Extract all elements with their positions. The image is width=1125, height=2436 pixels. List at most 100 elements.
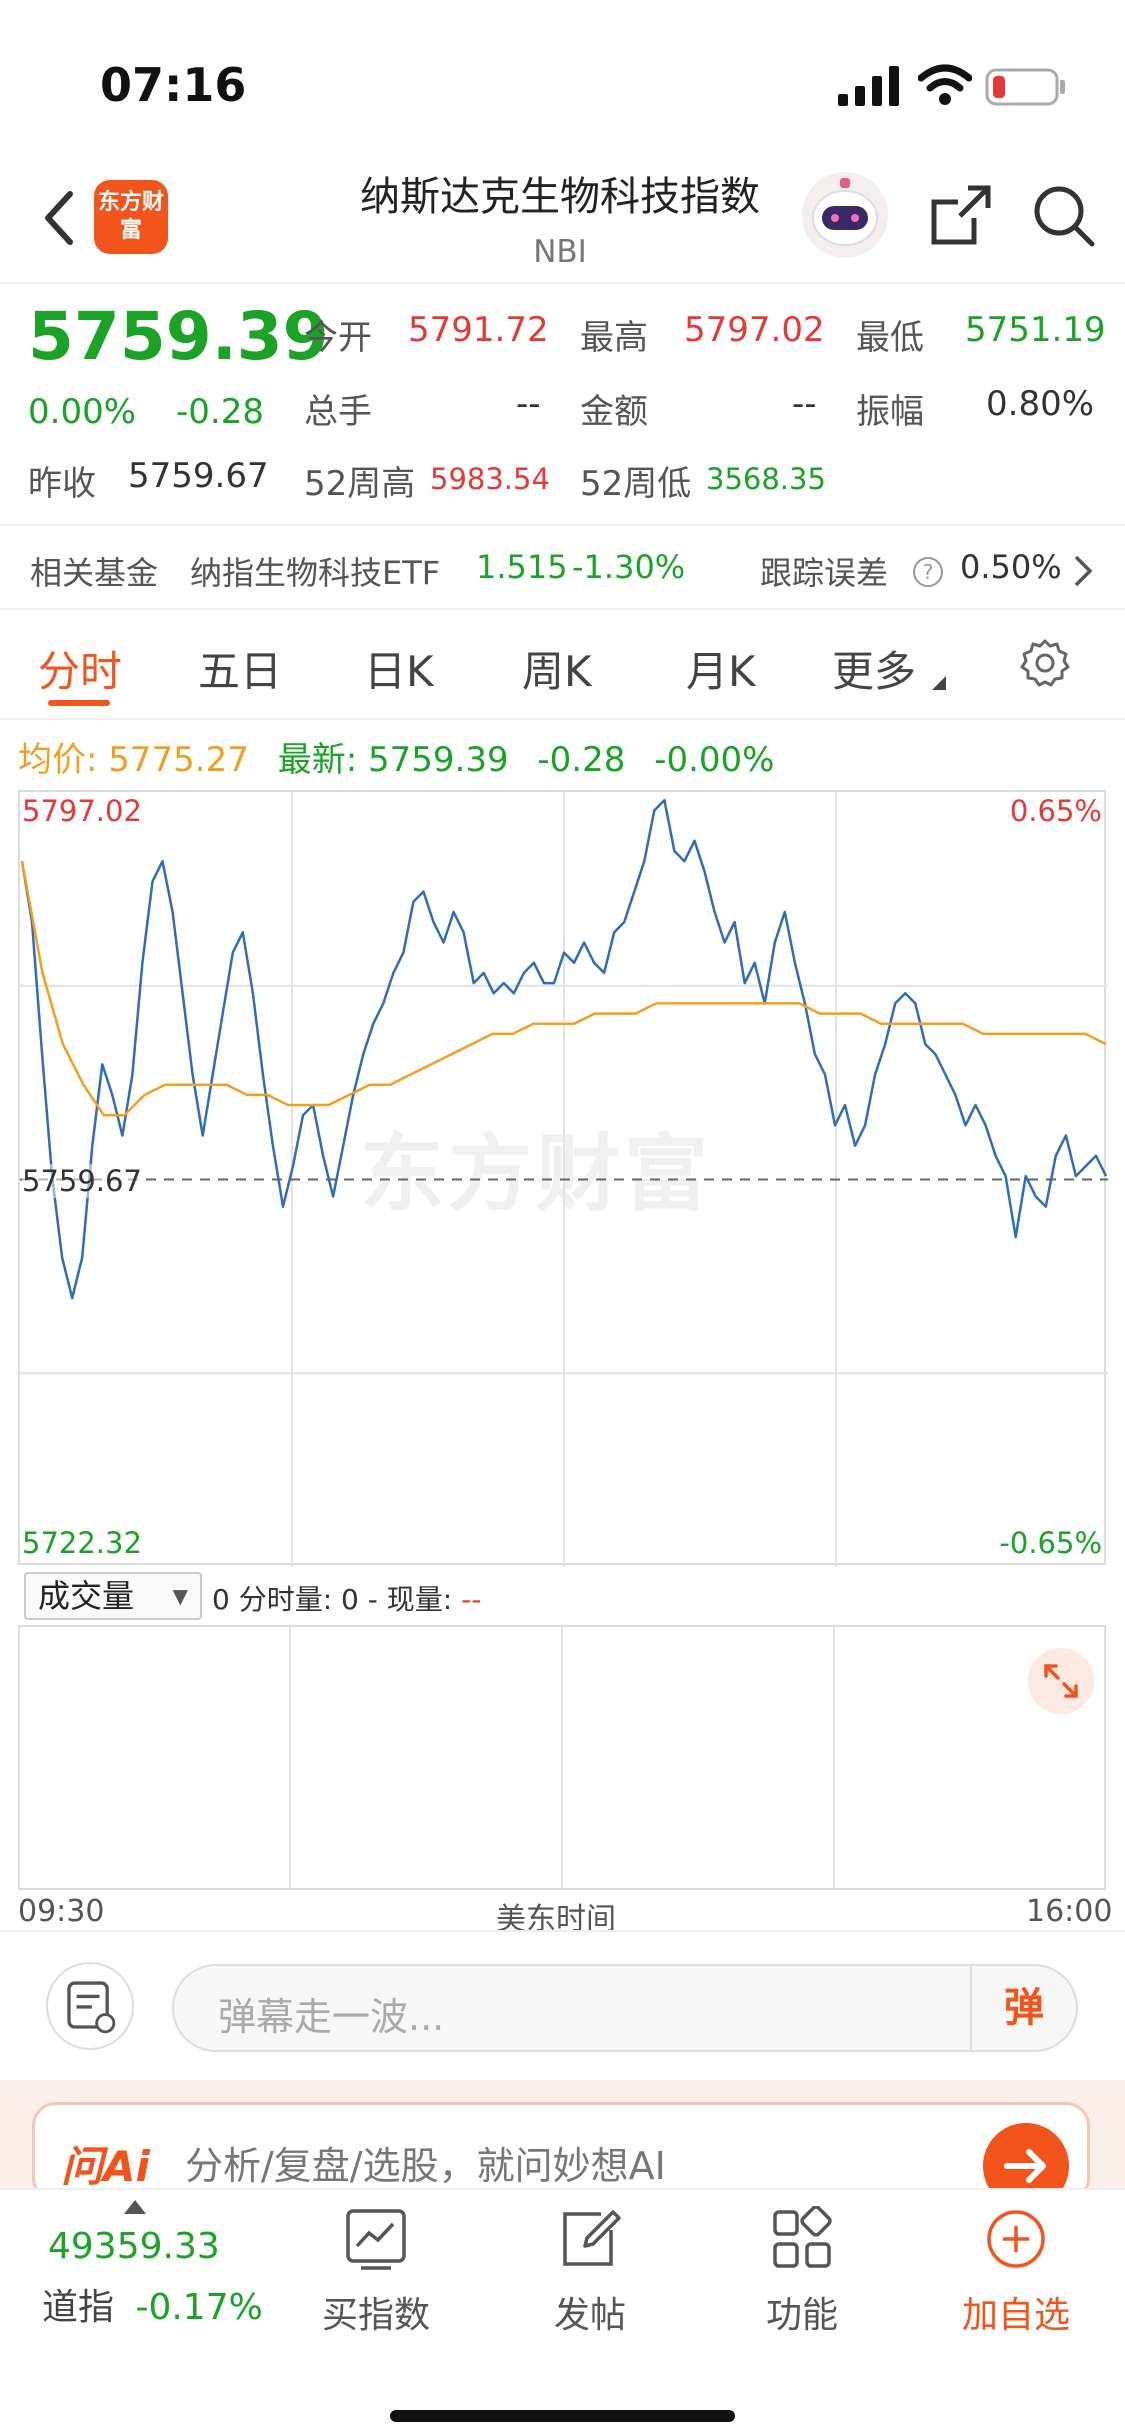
dow-index-row[interactable]: 道指 -0.17% <box>42 2278 263 2330</box>
chevron-right-icon <box>1074 555 1093 587</box>
gear-icon[interactable] <box>1020 638 1070 688</box>
amplitude-label: 振幅 <box>856 392 924 432</box>
avg-label: 均价: <box>18 740 98 780</box>
dow-index-value[interactable]: 49359.33 <box>48 2226 220 2267</box>
share-icon[interactable] <box>928 182 994 248</box>
danmu-placeholder: 弹幕走一波... <box>218 1995 445 2039</box>
index-code: NBI <box>533 234 587 270</box>
amount-label: 金额 <box>580 392 648 432</box>
note-settings-icon[interactable] <box>46 1962 134 2050</box>
volume-label: 总手 <box>304 392 372 432</box>
change-percent: 0.00% <box>28 392 137 432</box>
nav-functions-label: 功能 <box>765 2295 838 2336</box>
ai-assistant-bar[interactable]: 问Ai 分析/复盘/选股，就问妙想AI <box>32 2102 1090 2209</box>
pct-top-label: 0.65% <box>1009 794 1102 828</box>
wk52-high-value: 5983.54 <box>430 462 550 496</box>
intraday-chart[interactable]: 东方财富 5797.02 5759.67 5722.32 0.65% -0.65… <box>18 790 1108 1567</box>
dow-index-name: 道指 <box>42 2287 115 2328</box>
period-tabs: 分时 五日 日K 周K 月K 更多 <box>0 620 1125 720</box>
latest-change: -0.28 <box>537 740 626 780</box>
tracking-value: 0.50% <box>960 548 1062 586</box>
page-title: 纳斯达克生物科技指数 <box>360 174 760 220</box>
tab-monthly-k[interactable]: 月K <box>686 638 756 699</box>
signal-icon <box>838 66 899 106</box>
low-value: 5751.19 <box>965 310 1106 350</box>
amount-value: -- <box>792 384 817 424</box>
chart-summary: 均价: 5775.27 最新: 5759.39 -0.28 -0.00% <box>18 732 774 781</box>
tab-intraday[interactable]: 分时 <box>38 638 122 699</box>
help-icon[interactable]: ? <box>912 556 944 588</box>
search-icon[interactable] <box>1030 182 1096 248</box>
comment-row: 弹幕走一波... 弹 <box>0 1930 1125 2080</box>
trend-chart-icon <box>346 2209 406 2270</box>
fund-name: 纳指生物科技ETF <box>190 554 441 592</box>
more-caret-icon <box>932 676 946 690</box>
tab-five-day[interactable]: 五日 <box>198 638 282 699</box>
volume-info: 0 分时量: 0 - 现量: -- <box>212 1578 481 1618</box>
tab-weekly-k[interactable]: 周K <box>522 638 592 699</box>
nav-functions[interactable]: 功能 <box>722 2206 882 2338</box>
app-logo: 东方财富 <box>94 180 168 254</box>
related-fund-row[interactable]: 相关基金 纳指生物科技ETF 1.515 -1.30% 跟踪误差 ? 0.50% <box>0 524 1125 610</box>
open-value: 5791.72 <box>408 310 549 350</box>
dropdown-caret-icon: ▼ <box>172 1584 188 1608</box>
edit-icon <box>563 2210 621 2266</box>
tab-more[interactable]: 更多 <box>832 638 916 699</box>
nav-post-label: 发帖 <box>553 2295 626 2336</box>
open-label: 今开 <box>304 318 372 358</box>
back-icon[interactable] <box>38 188 82 248</box>
svg-text:?: ? <box>923 560 934 584</box>
time-end-label: 16:00 <box>1026 1894 1113 1929</box>
ai-logo: 问Ai <box>61 2142 150 2191</box>
home-indicator <box>390 2410 735 2422</box>
add-circle-icon <box>987 2210 1045 2268</box>
wk52-high-label: 52周高 <box>304 464 416 504</box>
caret-up-icon[interactable] <box>124 2200 146 2214</box>
status-bar: 07:16 <box>0 0 1125 150</box>
danmu-input[interactable]: 弹幕走一波... 弹 <box>172 1964 1078 2052</box>
y-top-label: 5797.02 <box>22 794 142 828</box>
prev-close-label: 昨收 <box>28 464 96 504</box>
avg-value: 5775.27 <box>108 740 249 780</box>
active-tab-indicator <box>48 700 110 706</box>
y-mid-label: 5759.67 <box>22 1164 142 1198</box>
amplitude-value: 0.80% <box>986 384 1095 424</box>
latest-label: 最新: <box>277 740 358 780</box>
prev-close-value: 5759.67 <box>128 456 269 496</box>
latest-value: 5759.39 <box>367 740 509 780</box>
indicator-selector-label: 成交量 <box>38 1577 135 1615</box>
ai-placeholder: 分析/复盘/选股，就问妙想AI <box>185 2144 666 2188</box>
nav-buy-index-label: 买指数 <box>321 2295 430 2336</box>
header: 东方财富 纳斯达克生物科技指数 NBI <box>0 150 1125 284</box>
grid-apps-icon <box>773 2206 832 2268</box>
wifi-icon <box>918 64 972 105</box>
nav-add-watchlist-label: 加自选 <box>961 2295 1070 2336</box>
current-volume-value: -- <box>461 1583 482 1616</box>
nav-add-watchlist[interactable]: 加自选 <box>936 2206 1096 2338</box>
battery-icon <box>985 68 1065 106</box>
nav-post[interactable]: 发帖 <box>510 2206 670 2338</box>
volume-grid <box>289 1627 835 1888</box>
fund-price: 1.515 <box>476 548 568 586</box>
fullscreen-icon[interactable] <box>1028 1648 1094 1714</box>
wk52-low-value: 3568.35 <box>706 462 826 496</box>
low-label: 最低 <box>856 318 924 358</box>
status-time: 07:16 <box>100 58 247 112</box>
indicator-selector[interactable]: 成交量 ▼ <box>24 1572 202 1620</box>
high-value: 5797.02 <box>684 310 825 350</box>
y-bottom-label: 5722.32 <box>22 1526 142 1560</box>
tab-daily-k[interactable]: 日K <box>364 638 434 699</box>
dow-index-change: -0.17% <box>135 2287 263 2328</box>
robot-assistant-icon[interactable] <box>800 170 890 260</box>
current-price: 5759.39 <box>28 298 329 375</box>
high-label: 最高 <box>580 318 648 358</box>
tracking-label: 跟踪误差 <box>760 554 889 592</box>
time-start-label: 09:30 <box>18 1894 105 1929</box>
pct-bottom-label: -0.65% <box>999 1526 1102 1560</box>
volume-info-text: 0 分时量: 0 - 现量: <box>212 1583 453 1616</box>
nav-buy-index[interactable]: 买指数 <box>296 2206 456 2338</box>
wk52-low-label: 52周低 <box>580 464 692 504</box>
change-value: -0.28 <box>176 392 264 432</box>
danmu-toggle-button[interactable]: 弹 <box>970 1966 1076 2050</box>
price-chart-svg <box>20 792 1108 1567</box>
